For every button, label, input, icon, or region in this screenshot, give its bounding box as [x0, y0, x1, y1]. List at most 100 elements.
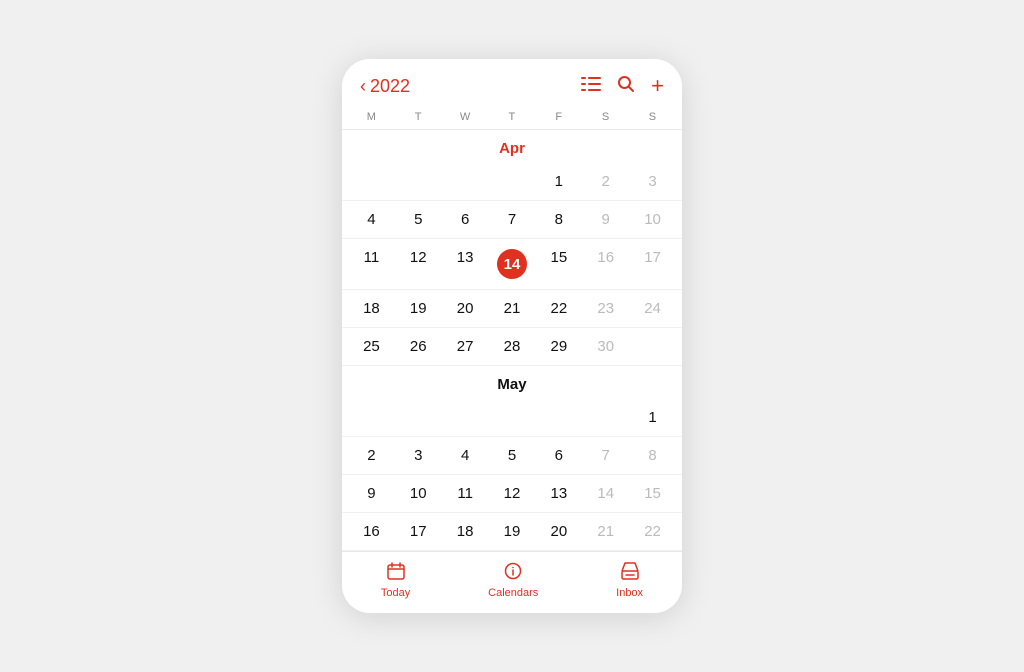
- day-cell[interactable]: 29: [535, 328, 582, 365]
- day-cell[interactable]: 12: [395, 239, 442, 289]
- day-header-sat: S: [582, 107, 629, 129]
- day-cell[interactable]: 15: [535, 239, 582, 289]
- calendars-tab-label: Calendars: [488, 587, 538, 599]
- day-cell[interactable]: 8: [629, 437, 676, 474]
- april-week-1: 1 2 3: [342, 163, 682, 201]
- day-cell[interactable]: 15: [629, 475, 676, 512]
- may-week-4: 16 17 18 19 20 21 22: [342, 513, 682, 551]
- day-cell: [535, 399, 582, 436]
- day-cell[interactable]: 18: [442, 513, 489, 550]
- header-left[interactable]: ‹ 2022: [360, 76, 410, 97]
- may-section: May 1 2 3 4 5 6 7 8: [342, 366, 682, 551]
- day-cell[interactable]: 18: [348, 290, 395, 327]
- day-cell[interactable]: 16: [348, 513, 395, 550]
- day-cell: [442, 163, 489, 200]
- day-cell: [348, 163, 395, 200]
- day-cell[interactable]: 14: [582, 475, 629, 512]
- day-cell[interactable]: 22: [535, 290, 582, 327]
- day-cell[interactable]: 26: [395, 328, 442, 365]
- day-header-thu: T: [489, 107, 536, 129]
- april-week-3: 11 12 13 14 14 15 16 17: [342, 239, 682, 290]
- day-cell: [582, 399, 629, 436]
- day-cell[interactable]: 22: [629, 513, 676, 550]
- day-cell[interactable]: 11: [348, 239, 395, 289]
- inbox-tab-label: Inbox: [616, 587, 643, 599]
- header-icons: +: [581, 73, 664, 99]
- back-chevron-icon[interactable]: ‹: [360, 77, 366, 95]
- day-cell[interactable]: 2: [348, 437, 395, 474]
- day-cell[interactable]: 6: [535, 437, 582, 474]
- day-cell: [395, 399, 442, 436]
- april-week-2: 4 5 6 7 8 9 10: [342, 201, 682, 239]
- may-week-1: 1: [342, 399, 682, 437]
- day-cell[interactable]: 10: [395, 475, 442, 512]
- day-cell[interactable]: 1: [535, 163, 582, 200]
- day-cell[interactable]: 19: [395, 290, 442, 327]
- may-week-3: 9 10 11 12 13 14 15: [342, 475, 682, 513]
- day-cell[interactable]: 4: [442, 437, 489, 474]
- day-cell[interactable]: 28: [489, 328, 536, 365]
- day-cell[interactable]: 20: [442, 290, 489, 327]
- day-cell[interactable]: 7: [489, 201, 536, 238]
- day-header-wed: W: [442, 107, 489, 129]
- today-indicator: 14: [497, 249, 527, 279]
- day-header-mon: M: [348, 107, 395, 129]
- day-cell[interactable]: 12: [489, 475, 536, 512]
- day-cell[interactable]: 3: [395, 437, 442, 474]
- calendar-header: ‹ 2022 +: [342, 59, 682, 107]
- day-cell[interactable]: 21: [489, 290, 536, 327]
- search-icon[interactable]: [617, 75, 635, 98]
- day-header-sun: S: [629, 107, 676, 129]
- day-cell[interactable]: 17: [395, 513, 442, 550]
- day-cell[interactable]: 1: [629, 399, 676, 436]
- phone-frame: ‹ 2022 +: [342, 59, 682, 613]
- day-cell[interactable]: 10: [629, 201, 676, 238]
- day-cell[interactable]: 20: [535, 513, 582, 550]
- day-cell[interactable]: 30: [582, 328, 629, 365]
- day-cell[interactable]: 3: [629, 163, 676, 200]
- day-cell[interactable]: 27: [442, 328, 489, 365]
- april-week-4: 18 19 20 21 22 23 24: [342, 290, 682, 328]
- inbox-icon: [621, 562, 639, 585]
- day-cell[interactable]: 8: [535, 201, 582, 238]
- day-cell: [489, 163, 536, 200]
- day-cell[interactable]: 9: [348, 475, 395, 512]
- today-cell[interactable]: 14 14: [489, 239, 536, 289]
- today-tab-label: Today: [381, 587, 410, 599]
- may-week-2: 2 3 4 5 6 7 8: [342, 437, 682, 475]
- day-cell: [348, 399, 395, 436]
- list-icon[interactable]: [581, 76, 601, 97]
- may-label: May: [348, 366, 676, 399]
- day-header-fri: F: [535, 107, 582, 129]
- april-label: Apr: [348, 130, 676, 163]
- day-cell[interactable]: 5: [395, 201, 442, 238]
- year-label[interactable]: 2022: [370, 76, 410, 97]
- day-header-tue: T: [395, 107, 442, 129]
- day-cell: [442, 399, 489, 436]
- day-cell[interactable]: 9: [582, 201, 629, 238]
- day-cell[interactable]: 17: [629, 239, 676, 289]
- day-cell[interactable]: 24: [629, 290, 676, 327]
- april-section: Apr 1 2 3 4 5 6 7 8 9 10: [342, 130, 682, 366]
- day-cell[interactable]: 7: [582, 437, 629, 474]
- calendars-tab[interactable]: Calendars: [488, 562, 538, 599]
- day-cell[interactable]: 11: [442, 475, 489, 512]
- day-cell[interactable]: 23: [582, 290, 629, 327]
- day-cell[interactable]: 6: [442, 201, 489, 238]
- add-icon[interactable]: +: [651, 73, 664, 99]
- day-cell[interactable]: 13: [442, 239, 489, 289]
- today-tab[interactable]: Today: [381, 562, 410, 599]
- day-cell[interactable]: 16: [582, 239, 629, 289]
- day-cell[interactable]: 5: [489, 437, 536, 474]
- day-cell: [629, 328, 676, 365]
- day-cell[interactable]: 4: [348, 201, 395, 238]
- day-cell[interactable]: 2: [582, 163, 629, 200]
- day-headers: M T W T F S S: [342, 107, 682, 130]
- day-cell[interactable]: 25: [348, 328, 395, 365]
- day-cell[interactable]: 13: [535, 475, 582, 512]
- calendars-icon: [504, 562, 522, 585]
- day-cell[interactable]: 21: [582, 513, 629, 550]
- today-icon: [387, 562, 405, 585]
- inbox-tab[interactable]: Inbox: [616, 562, 643, 599]
- day-cell[interactable]: 19: [489, 513, 536, 550]
